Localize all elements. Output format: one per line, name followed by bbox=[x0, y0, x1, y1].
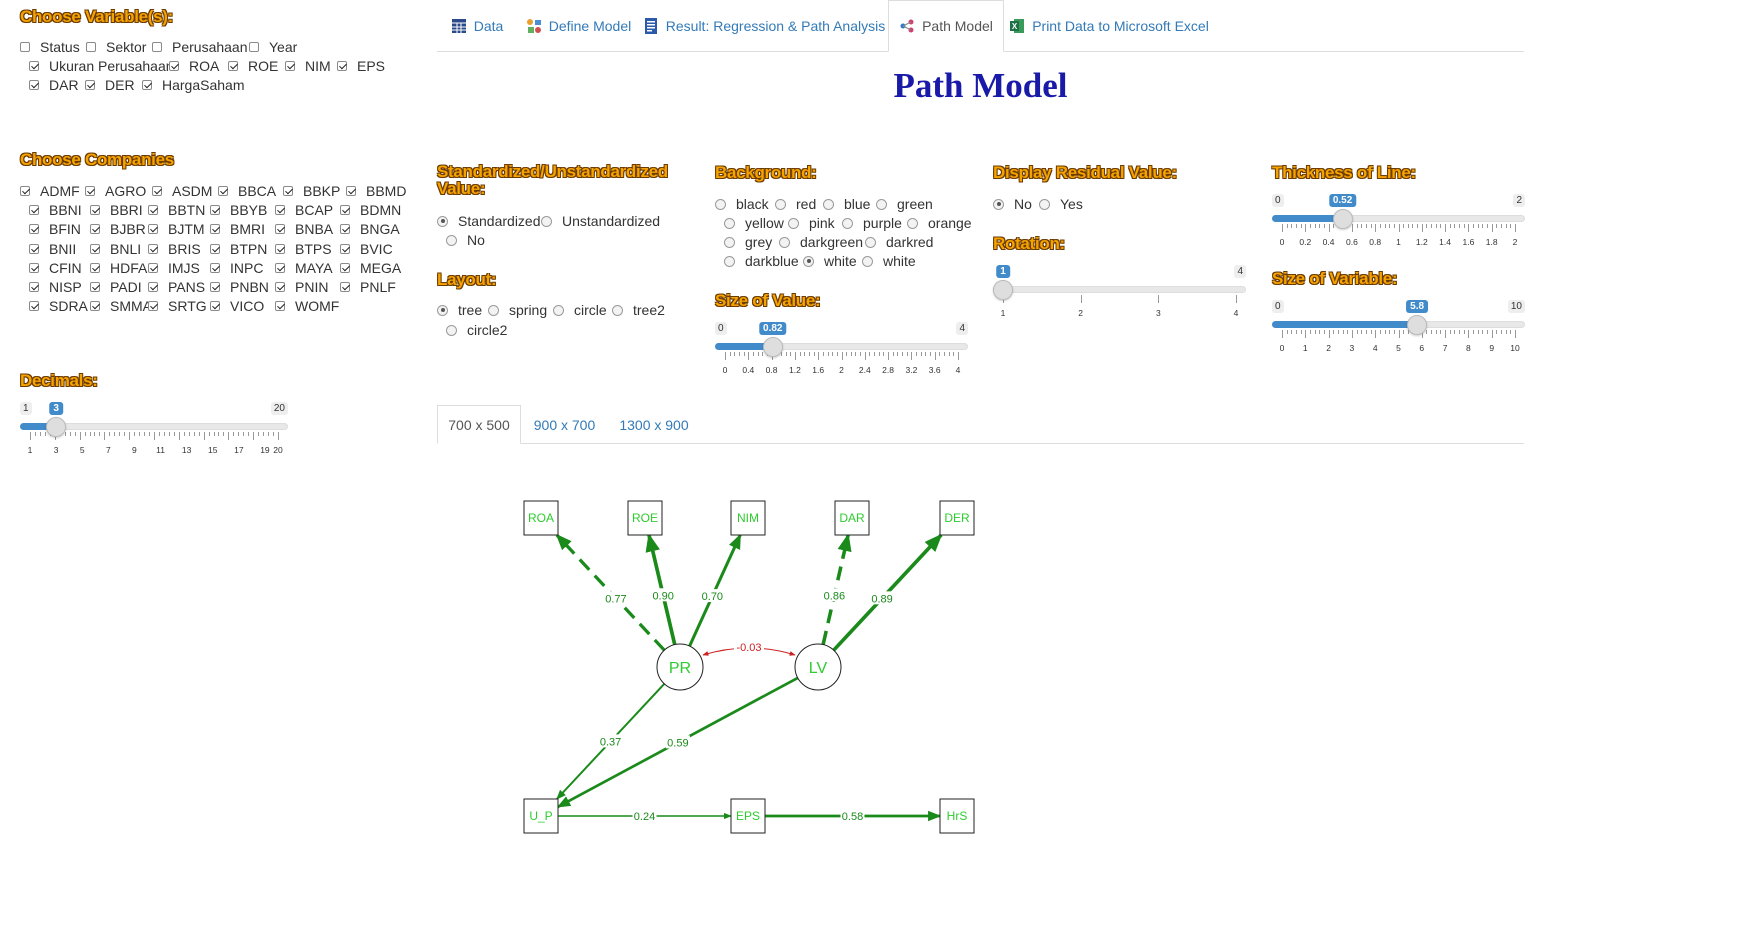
covariance-label: -0.03 bbox=[736, 642, 761, 654]
node-label: HrS bbox=[947, 809, 968, 823]
node-label: PR bbox=[669, 660, 691, 677]
edge-weight-label: 0.59 bbox=[667, 737, 688, 749]
edge-weight-label: 0.77 bbox=[605, 593, 626, 605]
node-label: ROA bbox=[528, 511, 554, 525]
node-label: DAR bbox=[839, 511, 865, 525]
edge-weight-label: 0.90 bbox=[652, 590, 673, 602]
edge-weight-label: 0.37 bbox=[600, 736, 621, 748]
edge-weight-label: 0.89 bbox=[871, 593, 892, 605]
node-label: NIM bbox=[737, 511, 759, 525]
node-label: LV bbox=[809, 660, 828, 677]
edge-weight-label: 0.58 bbox=[842, 811, 863, 823]
edge-weight-label: 0.24 bbox=[634, 811, 655, 823]
node-label: EPS bbox=[736, 809, 760, 823]
node-label: DER bbox=[944, 511, 970, 525]
edge-weight-label: 0.86 bbox=[824, 590, 845, 602]
node-label: ROE bbox=[632, 511, 658, 525]
edge-weight-label: 0.70 bbox=[702, 591, 723, 603]
path-diagram: 0.77 0.90 0.70 0.86 0.89 0.37 0.59 0.24 0.58 -0.0… bbox=[523, 500, 975, 834]
node-label: U_P bbox=[529, 809, 552, 823]
